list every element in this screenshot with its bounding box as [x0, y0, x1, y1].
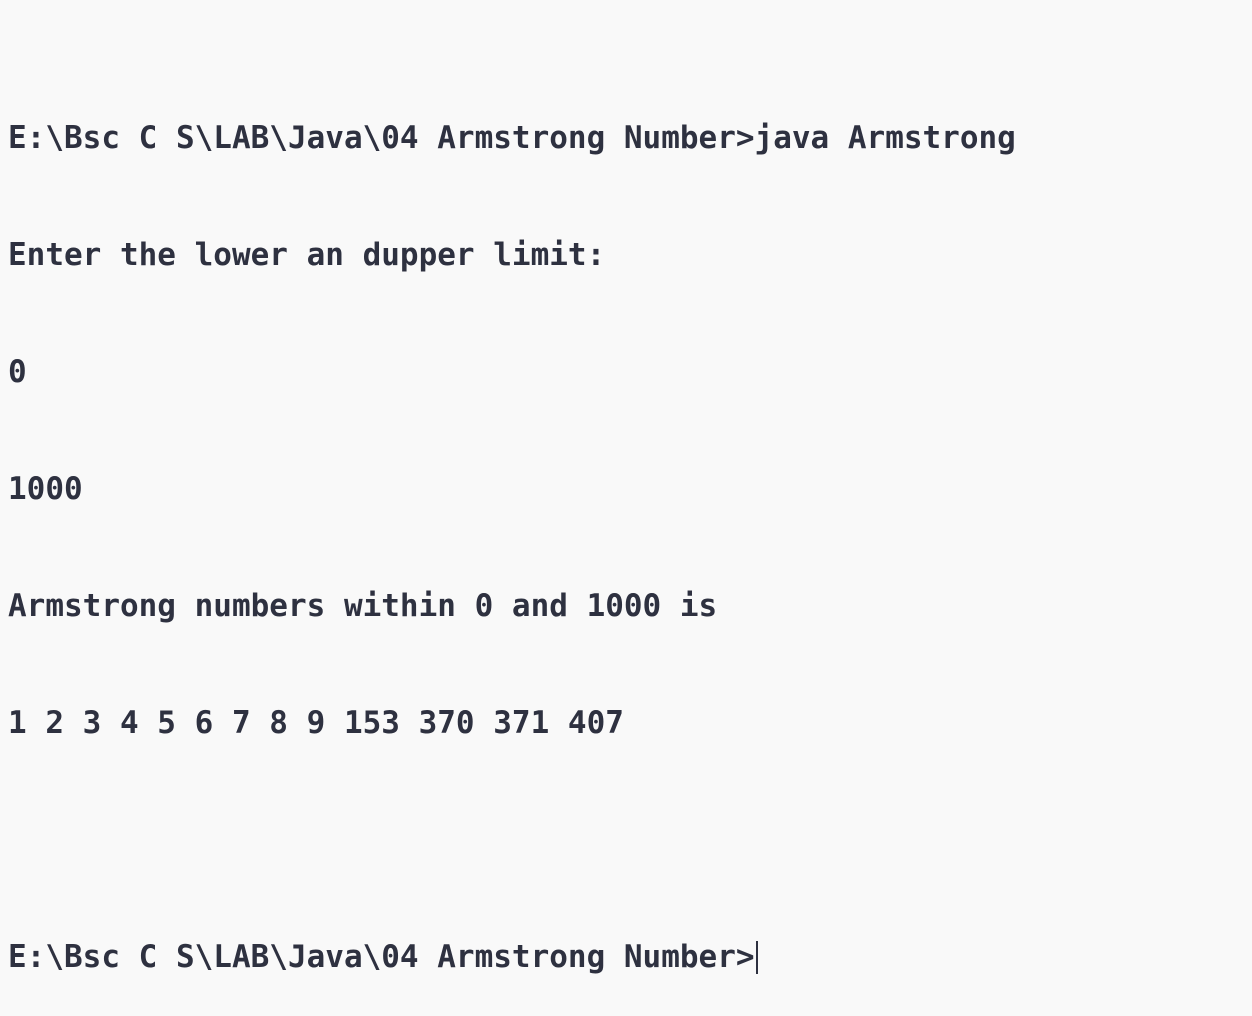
console-window[interactable]: E:\Bsc C S\LAB\Java\04 Armstrong Number>…	[0, 0, 1252, 975]
result-heading-line: Armstrong numbers within 0 and 1000 is	[8, 588, 718, 624]
command-line: E:\Bsc C S\LAB\Java\04 Armstrong Number>…	[8, 120, 1016, 156]
upper-limit-input-line: 1000	[8, 471, 83, 507]
text-cursor	[755, 941, 758, 974]
input-prompt-line: Enter the lower an dupper limit:	[8, 237, 606, 273]
lower-limit-input-line: 0	[8, 354, 27, 390]
prompt-text: E:\Bsc C S\LAB\Java\04 Armstrong Number>	[8, 939, 755, 975]
current-prompt-line[interactable]: E:\Bsc C S\LAB\Java\04 Armstrong Number>	[8, 938, 1252, 977]
result-values-line: 1 2 3 4 5 6 7 8 9 153 370 371 407	[8, 705, 624, 741]
